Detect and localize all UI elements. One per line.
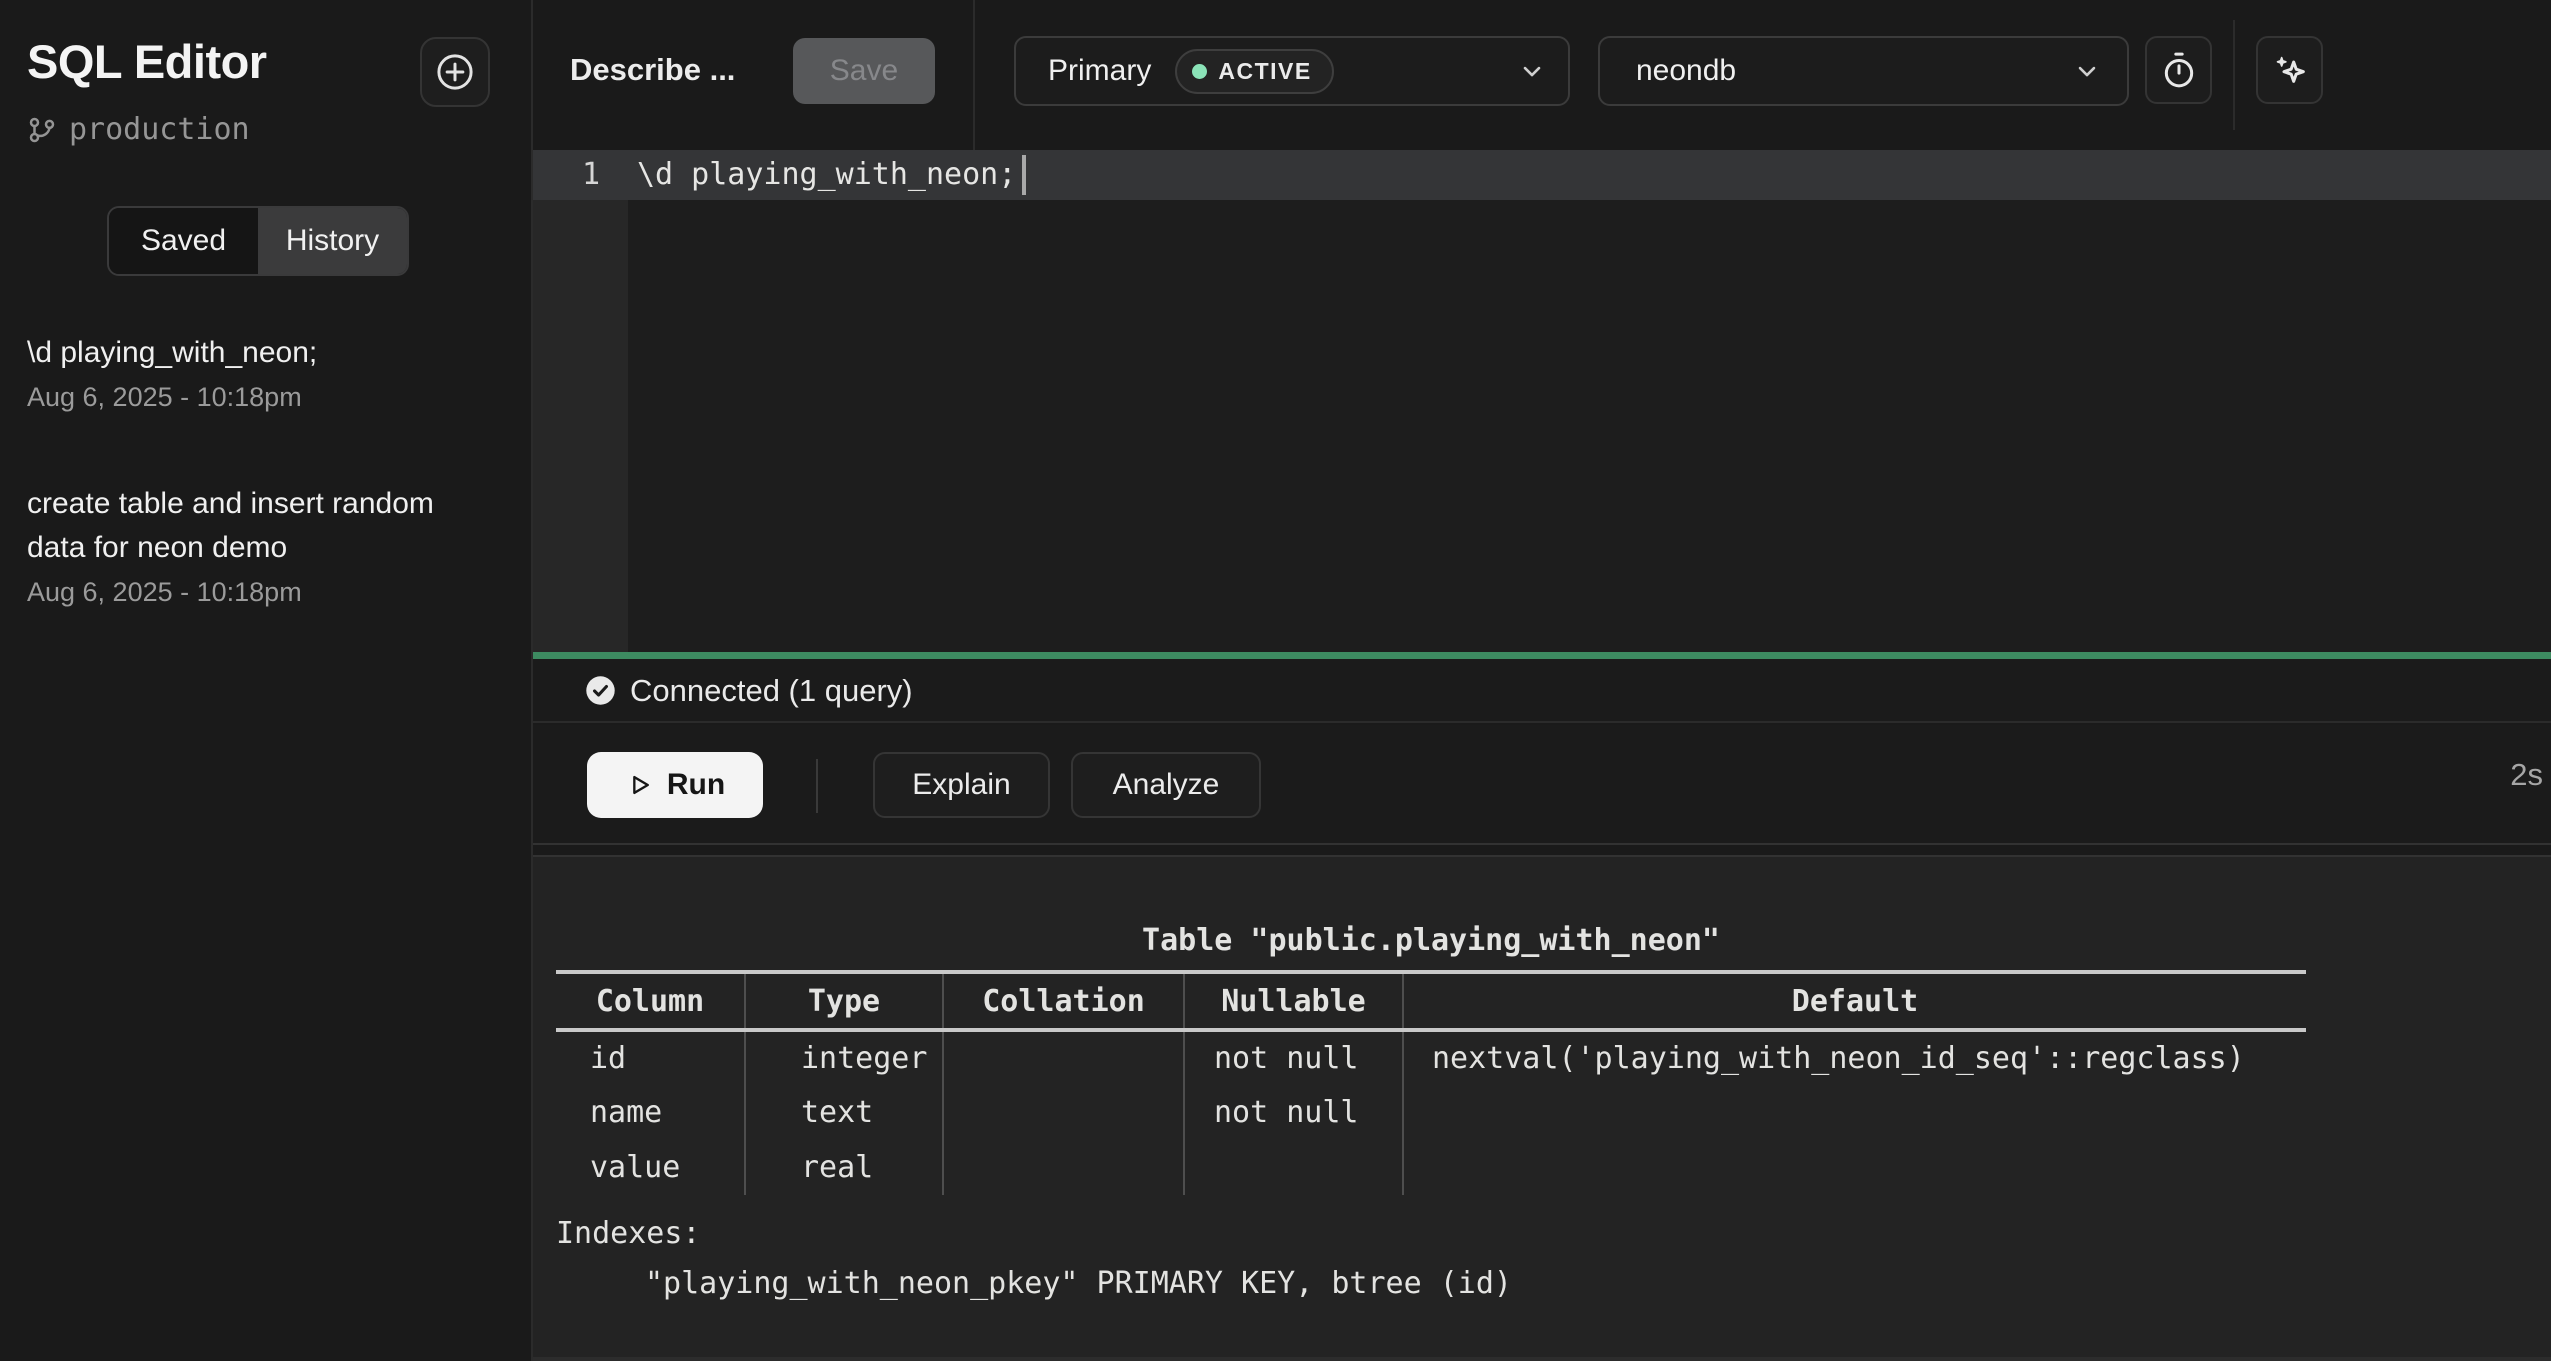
column-header: Type: [745, 972, 943, 1030]
cell: [943, 1085, 1184, 1140]
column-header: Nullable: [1184, 972, 1403, 1030]
saved-history-toggle: Saved History: [107, 206, 409, 276]
cell: real: [745, 1140, 943, 1195]
cell: integer: [745, 1030, 943, 1085]
new-query-button[interactable]: [420, 37, 490, 107]
index-entry: "playing_with_neon_pkey" PRIMARY KEY, bt…: [556, 1259, 2306, 1309]
psql-output: Table "public.playing_with_neon" Column …: [556, 912, 2306, 1309]
status-badge: ACTIVE: [1175, 49, 1333, 94]
history-query-title: create table and insert random data for …: [27, 482, 495, 570]
sql-editor-app: SQL Editor production Saved: [0, 0, 2551, 1361]
ai-assistant-button[interactable]: [2256, 36, 2323, 104]
branch-selector-value: Primary: [1048, 54, 1151, 88]
run-button[interactable]: Run: [587, 752, 763, 818]
cell: [943, 1030, 1184, 1085]
cell: nextval('playing_with_neon_id_seq'::regc…: [1403, 1030, 2306, 1085]
code-line: \d playing_with_neon;: [637, 150, 1016, 200]
cell: [1403, 1085, 2306, 1140]
database-selector-value: neondb: [1636, 54, 1736, 88]
tab-saved[interactable]: Saved: [109, 208, 258, 274]
query-duration: 2s: [2510, 757, 2543, 793]
topbar-divider: [2233, 20, 2235, 130]
page-title: SQL Editor: [27, 34, 267, 89]
column-header: Column: [556, 972, 745, 1030]
tab-saved-label: Saved: [141, 224, 226, 258]
table-row: value real: [556, 1140, 2306, 1195]
history-query-timestamp: Aug 6, 2025 - 10:18pm: [27, 377, 506, 417]
branch-selector[interactable]: Primary ACTIVE: [1014, 36, 1570, 106]
connection-accent-divider: [533, 652, 2551, 659]
database-selector[interactable]: neondb: [1598, 36, 2129, 106]
results-panel: Table "public.playing_with_neon" Column …: [533, 855, 2551, 1361]
result-header-row: Column Type Collation Nullable Default: [556, 972, 2306, 1030]
active-dot-icon: [1192, 64, 1207, 79]
status-badge-label: ACTIVE: [1218, 58, 1311, 85]
analyze-button[interactable]: Analyze: [1071, 752, 1261, 818]
sidebar: SQL Editor production Saved: [0, 0, 533, 1361]
editor-gutter: [533, 150, 628, 652]
topbar-divider: [973, 0, 975, 150]
cell: text: [745, 1085, 943, 1140]
branch-name: production: [69, 112, 250, 147]
cell: value: [556, 1140, 745, 1195]
play-icon: [625, 771, 653, 799]
cell: [1403, 1140, 2306, 1195]
branch-label: production: [27, 112, 250, 147]
run-button-label: Run: [667, 768, 725, 802]
cell: [1184, 1140, 1403, 1195]
query-title[interactable]: Describe ...: [570, 52, 735, 88]
topbar: Describe ... Save Primary ACTIVE neondb: [533, 0, 2551, 150]
result-table: Column Type Collation Nullable Default i…: [556, 970, 2306, 1195]
text-cursor: [1022, 155, 1026, 195]
history-item[interactable]: \d playing_with_neon; Aug 6, 2025 - 10:1…: [0, 331, 533, 417]
save-button[interactable]: Save: [793, 38, 935, 104]
indexes-label: Indexes:: [556, 1209, 2306, 1259]
stopwatch-icon: [2160, 51, 2198, 89]
query-timer-button[interactable]: [2145, 36, 2212, 104]
table-row: name text not null: [556, 1085, 2306, 1140]
toolbar-divider: [816, 759, 818, 813]
history-query-timestamp: Aug 6, 2025 - 10:18pm: [27, 572, 506, 612]
tab-history[interactable]: History: [258, 208, 407, 274]
history-query-title: \d playing_with_neon;: [27, 331, 495, 375]
tab-history-label: History: [286, 224, 379, 258]
chevron-down-icon: [1518, 57, 1546, 85]
query-toolbar: Run Explain Analyze 2s: [533, 725, 2551, 845]
cell: not null: [1184, 1030, 1403, 1085]
connection-statusbar: Connected (1 query): [533, 659, 2551, 723]
result-table-title: Table "public.playing_with_neon": [556, 912, 2306, 970]
history-item[interactable]: create table and insert random data for …: [0, 482, 533, 612]
sparkles-icon: [2270, 50, 2310, 90]
connection-status-text: Connected (1 query): [630, 673, 913, 709]
main-panel: Describe ... Save Primary ACTIVE neondb: [533, 0, 2551, 1361]
explain-button[interactable]: Explain: [873, 752, 1050, 818]
cell: name: [556, 1085, 745, 1140]
cell: id: [556, 1030, 745, 1085]
code-editor[interactable]: 1 \d playing_with_neon;: [533, 150, 2551, 652]
cell: not null: [1184, 1085, 1403, 1140]
cell: [943, 1140, 1184, 1195]
check-circle-icon: [585, 675, 616, 706]
column-header: Default: [1403, 972, 2306, 1030]
table-row: id integer not null nextval('playing_wit…: [556, 1030, 2306, 1085]
plus-circle-icon: [434, 51, 476, 93]
git-branch-icon: [27, 115, 57, 145]
column-header: Collation: [943, 972, 1184, 1030]
line-number: 1: [533, 150, 628, 200]
chevron-down-icon: [2073, 57, 2101, 85]
